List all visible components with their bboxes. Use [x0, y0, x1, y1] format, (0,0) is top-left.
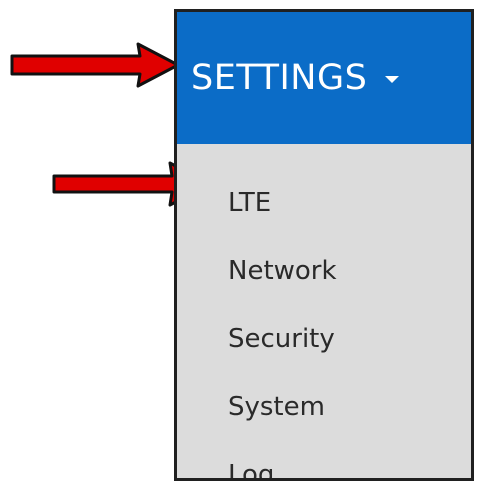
menu-item-lte[interactable]: LTE: [177, 169, 471, 237]
menu-item-label: System: [228, 392, 325, 422]
menu-item-network[interactable]: Network: [177, 237, 471, 305]
settings-dropdown-menu: SETTINGS LTE Network Security System Log: [174, 9, 474, 481]
annotation-arrow-settings: [10, 42, 180, 88]
settings-menu-title: SETTINGS: [191, 57, 368, 98]
menu-item-system[interactable]: System: [177, 373, 471, 441]
menu-item-log[interactable]: Log: [177, 441, 471, 481]
menu-item-label: Security: [228, 324, 335, 354]
menu-item-label: LTE: [228, 188, 272, 218]
menu-item-label: Log: [228, 460, 275, 481]
menu-item-label: Network: [228, 256, 337, 286]
settings-menu-list: LTE Network Security System Log: [177, 144, 471, 481]
caret-down-icon: [385, 75, 400, 83]
settings-menu-toggle[interactable]: SETTINGS: [177, 12, 471, 144]
menu-item-security[interactable]: Security: [177, 305, 471, 373]
